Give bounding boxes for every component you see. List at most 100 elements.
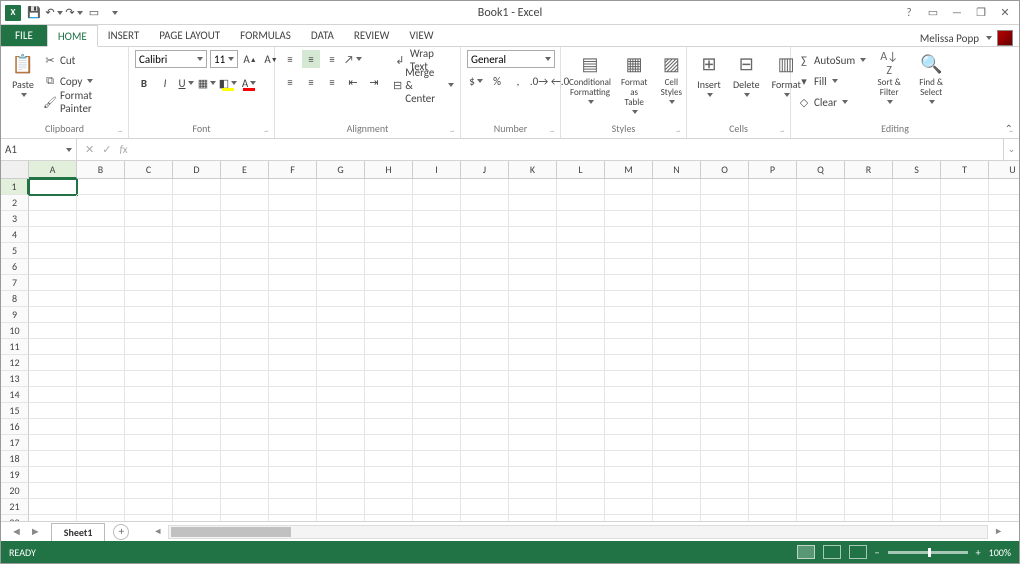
cell[interactable]	[221, 451, 269, 467]
cell[interactable]	[173, 291, 221, 307]
cell[interactable]	[701, 467, 749, 483]
cell[interactable]	[509, 403, 557, 419]
cell[interactable]	[365, 179, 413, 195]
cell[interactable]	[749, 323, 797, 339]
column-header[interactable]: Q	[797, 161, 845, 179]
cell[interactable]	[509, 227, 557, 243]
cell[interactable]	[125, 243, 173, 259]
cell[interactable]	[893, 355, 941, 371]
cell[interactable]	[173, 515, 221, 521]
cell[interactable]	[749, 371, 797, 387]
cell[interactable]	[605, 275, 653, 291]
font-size-combo[interactable]: 11	[210, 50, 238, 68]
copy-button[interactable]: ⧉Copy	[43, 71, 122, 91]
cell[interactable]	[845, 403, 893, 419]
cell[interactable]	[221, 419, 269, 435]
cell[interactable]	[701, 403, 749, 419]
cell[interactable]	[221, 435, 269, 451]
cell[interactable]	[365, 355, 413, 371]
cell[interactable]	[557, 451, 605, 467]
cell[interactable]	[605, 227, 653, 243]
cell[interactable]	[269, 243, 317, 259]
cell[interactable]	[461, 435, 509, 451]
cell[interactable]	[509, 451, 557, 467]
cell[interactable]	[845, 243, 893, 259]
cell[interactable]	[413, 419, 461, 435]
cell[interactable]	[653, 435, 701, 451]
zoom-out-icon[interactable]: −	[875, 546, 880, 559]
cell[interactable]	[413, 179, 461, 195]
cell[interactable]	[941, 179, 989, 195]
cell[interactable]	[125, 323, 173, 339]
cell[interactable]	[701, 483, 749, 499]
cell[interactable]	[989, 339, 1019, 355]
cell[interactable]	[941, 275, 989, 291]
row-header[interactable]: 2	[1, 195, 29, 211]
cell[interactable]	[221, 179, 269, 195]
cell[interactable]	[845, 355, 893, 371]
insert-cells-button[interactable]: ⊞Insert	[693, 50, 725, 99]
align-left-icon[interactable]: ≡	[281, 73, 299, 91]
cell[interactable]	[605, 515, 653, 521]
align-bottom-icon[interactable]: ≡	[323, 50, 341, 68]
cell[interactable]	[125, 291, 173, 307]
cell[interactable]	[749, 419, 797, 435]
cell[interactable]	[29, 419, 77, 435]
cell[interactable]	[797, 483, 845, 499]
cell[interactable]	[461, 451, 509, 467]
cell[interactable]	[749, 467, 797, 483]
cell[interactable]	[941, 387, 989, 403]
help-icon[interactable]: ?	[901, 5, 917, 21]
cell[interactable]	[461, 259, 509, 275]
cell[interactable]	[221, 243, 269, 259]
cell[interactable]	[221, 323, 269, 339]
cell[interactable]	[173, 339, 221, 355]
cell[interactable]	[941, 403, 989, 419]
cell[interactable]	[893, 323, 941, 339]
cell[interactable]	[365, 259, 413, 275]
cell[interactable]	[557, 195, 605, 211]
increase-decimal-icon[interactable]: .0→	[530, 72, 548, 90]
cell[interactable]	[797, 211, 845, 227]
cell[interactable]	[605, 355, 653, 371]
cell[interactable]	[557, 403, 605, 419]
cell[interactable]	[77, 243, 125, 259]
merge-center-button[interactable]: ⊟Merge & Center	[393, 75, 454, 95]
cell[interactable]	[317, 515, 365, 521]
cell[interactable]	[845, 435, 893, 451]
row-header[interactable]: 17	[1, 435, 29, 451]
column-header[interactable]: F	[269, 161, 317, 179]
row-header[interactable]: 9	[1, 307, 29, 323]
fx-icon[interactable]: fx	[119, 143, 127, 156]
cell[interactable]	[941, 243, 989, 259]
cell[interactable]	[77, 323, 125, 339]
cell[interactable]	[749, 483, 797, 499]
cell[interactable]	[701, 291, 749, 307]
column-header[interactable]: U	[989, 161, 1019, 179]
tab-view[interactable]: VIEW	[399, 24, 443, 46]
cell[interactable]	[509, 419, 557, 435]
cell[interactable]	[605, 403, 653, 419]
cell[interactable]	[269, 387, 317, 403]
cell[interactable]	[365, 195, 413, 211]
cell[interactable]	[461, 275, 509, 291]
cell[interactable]	[989, 275, 1019, 291]
cell[interactable]	[317, 259, 365, 275]
scrollbar-thumb[interactable]	[171, 527, 291, 537]
cell[interactable]	[365, 243, 413, 259]
cell[interactable]	[845, 515, 893, 521]
column-header[interactable]: A	[29, 161, 77, 179]
cell[interactable]	[317, 403, 365, 419]
cell[interactable]	[653, 243, 701, 259]
cell[interactable]	[269, 227, 317, 243]
cell[interactable]	[173, 179, 221, 195]
cell[interactable]	[317, 323, 365, 339]
cell[interactable]	[845, 419, 893, 435]
column-header[interactable]: R	[845, 161, 893, 179]
fill-button[interactable]: ▾Fill	[797, 71, 866, 91]
column-header[interactable]: B	[77, 161, 125, 179]
cell[interactable]	[749, 227, 797, 243]
cell[interactable]	[317, 483, 365, 499]
decrease-indent-icon[interactable]: ⇤	[344, 73, 362, 91]
format-as-table-button[interactable]: ▦Format as Table	[617, 50, 651, 116]
